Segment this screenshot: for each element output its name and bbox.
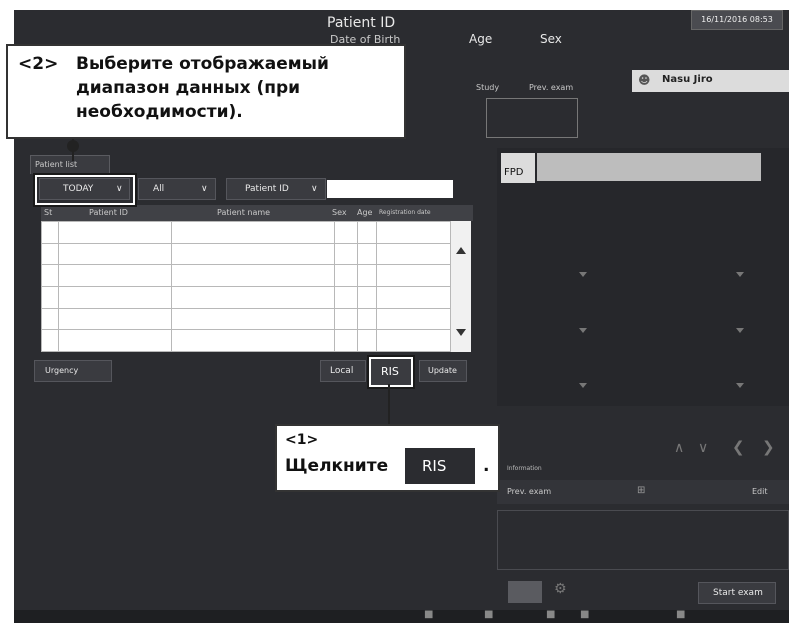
callout-ris-label: RIS (422, 457, 447, 475)
nav-down-icon[interactable]: ∨ (698, 440, 708, 456)
col-age: Age (357, 208, 373, 217)
update-label: Update (428, 366, 457, 375)
callout-step-1-text: Щелкните (285, 456, 389, 476)
nav-right-icon[interactable]: ❯ (762, 438, 775, 456)
table-row[interactable] (41, 307, 451, 331)
information-label: Information (507, 465, 542, 472)
ris-button[interactable]: RIS (367, 355, 415, 389)
search-field-select[interactable]: Patient ID ∨ (226, 178, 326, 200)
prev-exam-label: Prev. exam (507, 487, 552, 496)
fpd-icon[interactable]: FPD (501, 153, 535, 183)
settings-icon[interactable]: ⚙ (554, 581, 567, 597)
callout-step-1-line (388, 384, 390, 424)
datetime-text: 16/11/2016 08:53 (701, 15, 773, 24)
taskbar-icon[interactable]: ■ (546, 609, 555, 620)
col-patient-id: Patient ID (89, 208, 128, 217)
callout-step-2-number: <2> (18, 54, 59, 74)
compare-icon[interactable]: ⊞ (637, 485, 645, 496)
taskbar-icon[interactable]: ■ (676, 609, 685, 620)
table-row[interactable] (41, 221, 451, 244)
user-name: Nasu Jiro (662, 74, 713, 85)
callout-step-2-text: Выберите отображаемый диапазон данных (п… (76, 54, 329, 122)
table-header: St Patient ID Patient name Sex Age Regis… (41, 205, 473, 221)
ris-label: RIS (381, 365, 399, 378)
table-scrollbar[interactable] (451, 221, 471, 352)
prev-exam-row: Prev. exam ⊞ Edit (497, 480, 789, 504)
taskbar: ■ ■ ■ ■ ■ (14, 609, 789, 623)
user-icon: ☻ (638, 73, 651, 87)
callout-step-2: <2> Выберите отображаемый диапазон данны… (6, 44, 406, 139)
table-row[interactable] (41, 285, 451, 309)
search-field-value: Patient ID (245, 184, 289, 194)
toolbar-button[interactable] (508, 581, 542, 603)
info-panel (497, 510, 789, 570)
chevron-down-icon[interactable] (736, 383, 744, 388)
filter-select-value: All (153, 184, 165, 194)
taskbar-icon[interactable]: ■ (580, 609, 589, 620)
urgency-label: Urgency (45, 366, 79, 375)
local-button[interactable]: Local (320, 360, 366, 382)
range-select-highlight (33, 173, 137, 207)
callout-step-1: <1> Щелкните RIS . (275, 424, 500, 492)
chevron-down-icon[interactable] (736, 328, 744, 333)
urgency-button[interactable]: Urgency (34, 360, 112, 382)
chevron-down-icon[interactable] (579, 383, 587, 388)
taskbar-icon[interactable]: ■ (424, 609, 433, 620)
taskbar-icon[interactable]: ■ (484, 609, 493, 620)
table-row[interactable] (41, 329, 451, 352)
start-exam-label: Start exam (713, 588, 763, 598)
tab-prev-exam[interactable]: Prev. exam (529, 83, 573, 92)
callout-step-1-suffix: . (483, 456, 490, 476)
filter-select[interactable]: All ∨ (138, 178, 216, 200)
age-label: Age (469, 32, 493, 46)
user-box[interactable]: ☻ Nasu Jiro (632, 70, 789, 92)
callout-ris-button: RIS (405, 448, 475, 484)
fpd-label: FPD (504, 167, 524, 178)
chevron-down-icon[interactable] (579, 272, 587, 277)
nav-up-icon[interactable]: ∧ (674, 440, 684, 456)
edit-label[interactable]: Edit (752, 487, 768, 496)
nav-left-icon[interactable]: ❮ (732, 438, 745, 456)
table-row[interactable] (41, 264, 451, 287)
right-panel (497, 148, 789, 406)
chevron-down-icon: ∨ (201, 184, 208, 194)
study-panel (486, 98, 578, 138)
scroll-down-icon[interactable] (456, 329, 466, 336)
tab-study[interactable]: Study (476, 83, 499, 92)
chevron-down-icon[interactable] (579, 328, 587, 333)
chevron-down-icon: ∨ (311, 184, 318, 194)
datetime-box: 16/11/2016 08:53 (691, 10, 783, 30)
update-button[interactable]: Update (419, 360, 467, 382)
tab-patient-list[interactable]: Patient list (30, 155, 110, 174)
tab-patient-list-label: Patient list (35, 160, 78, 169)
patient-id-label: Patient ID (327, 15, 396, 31)
callout-step-1-number: <1> (285, 432, 319, 448)
search-input[interactable] (327, 180, 453, 198)
sex-label: Sex (540, 32, 562, 46)
col-registration-date: Registration date (379, 209, 431, 216)
local-label: Local (330, 366, 354, 376)
table-row[interactable] (41, 242, 451, 266)
col-st: St (44, 208, 53, 217)
col-sex: Sex (332, 208, 347, 217)
callout-step-2-dot (67, 140, 79, 152)
patient-table[interactable] (41, 221, 451, 352)
col-patient-name: Patient name (217, 208, 271, 217)
start-exam-button[interactable]: Start exam (698, 582, 776, 604)
scroll-up-icon[interactable] (456, 247, 466, 254)
fpd-status-bar (537, 153, 761, 181)
chevron-down-icon[interactable] (736, 272, 744, 277)
